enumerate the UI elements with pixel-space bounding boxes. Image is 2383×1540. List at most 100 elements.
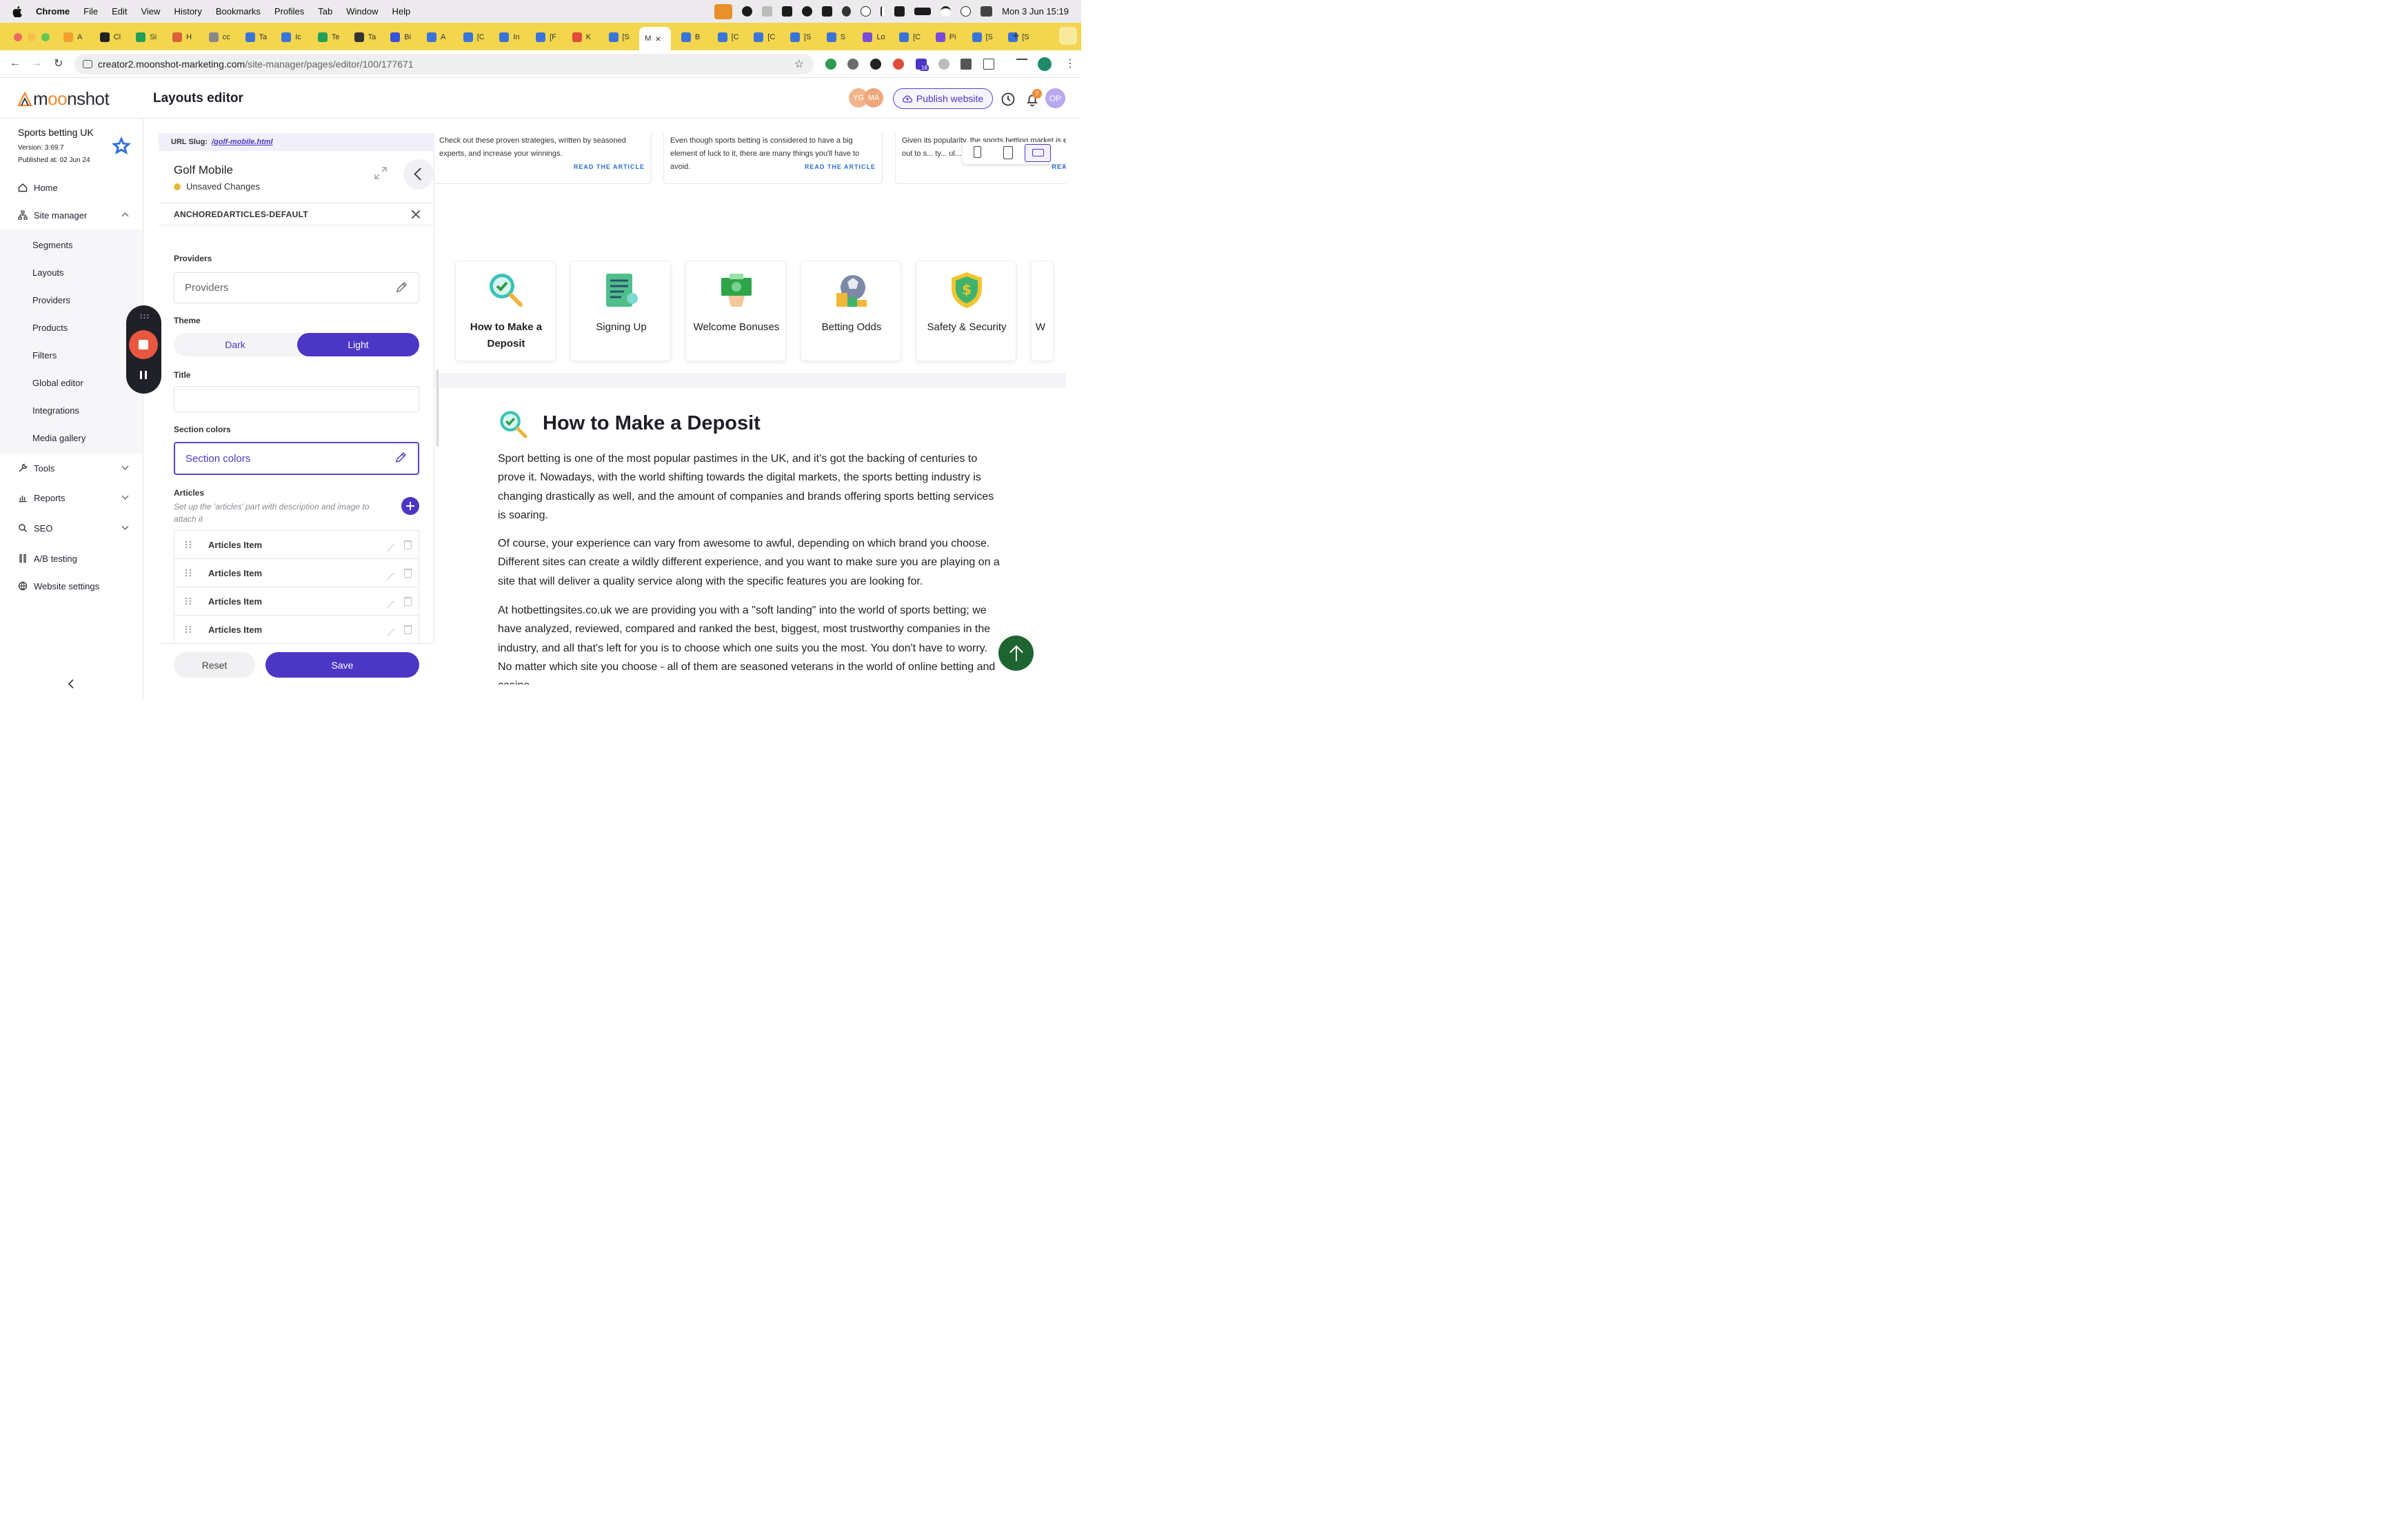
play-icon[interactable] [861, 6, 872, 17]
category-card[interactable]: $ Safety & Security [916, 261, 1016, 361]
control-center-icon[interactable] [981, 6, 993, 17]
edit-pencil-icon[interactable] [381, 622, 394, 636]
moonshot-logo-icon[interactable] [17, 90, 33, 107]
list-item[interactable]: Articles Item [174, 587, 419, 616]
sidebar-item-segments[interactable]: Segments [32, 240, 73, 250]
read-article-link[interactable]: READ THE ARTICLE [805, 161, 876, 174]
browser-tab[interactable]: [C [894, 28, 921, 46]
sidebar-item-products[interactable]: Products [32, 323, 68, 333]
save-button[interactable]: Save [265, 652, 419, 678]
mobile-device-icon[interactable] [974, 146, 981, 158]
sidebar-item-tools[interactable]: Tools [18, 461, 54, 475]
list-item[interactable]: Articles Item [174, 559, 419, 587]
sidebar-item-home[interactable]: Home [18, 181, 58, 194]
browser-tab[interactable]: Lo [857, 28, 885, 46]
browser-tab[interactable]: K [567, 28, 591, 46]
category-card[interactable]: How to Make a Deposit [455, 261, 556, 361]
category-card[interactable]: Signing Up [570, 261, 671, 361]
bluetooth-icon[interactable] [881, 6, 885, 17]
menubar-clock[interactable]: Mon 3 Jun 15:19 [1002, 6, 1069, 17]
browser-tab[interactable]: Ic [276, 28, 301, 46]
menu-help[interactable]: Help [392, 6, 411, 17]
menu-profiles[interactable]: Profiles [274, 6, 304, 17]
theme-light-option[interactable]: Light [297, 333, 419, 356]
browser-tab[interactable]: [C [712, 28, 739, 46]
drag-handle-icon[interactable] [184, 597, 192, 605]
avatar[interactable]: MA [864, 88, 883, 108]
panel-resize-handle[interactable] [436, 369, 439, 447]
collapse-panel-button[interactable] [403, 159, 434, 190]
grammarly-tray-icon[interactable] [802, 6, 813, 17]
edit-pencil-icon[interactable] [395, 281, 408, 294]
menu-bookmarks[interactable]: Bookmarks [216, 6, 261, 17]
blocked-extension-icon[interactable] [938, 59, 949, 70]
stop-recording-button[interactable] [129, 330, 158, 359]
browser-tab[interactable]: [S [785, 28, 811, 46]
browser-tab[interactable]: B [676, 28, 700, 46]
browser-tab[interactable]: [F [530, 28, 556, 46]
address-bar[interactable]: creator2.moonshot-marketing.com/site-man… [74, 54, 814, 74]
reset-button[interactable]: Reset [174, 652, 255, 678]
url-slug-link[interactable]: /golf-mobile.html [212, 138, 273, 146]
list-item[interactable]: Articles Item [174, 616, 419, 644]
sidebar-item-integrations[interactable]: Integrations [32, 405, 79, 416]
pause-icon[interactable] [145, 371, 147, 379]
browser-tab[interactable]: Cl [94, 28, 121, 46]
site-info-icon[interactable] [83, 60, 92, 68]
menu-view[interactable]: View [141, 6, 160, 17]
tool-extension-icon[interactable] [961, 59, 972, 70]
edit-pencil-icon[interactable] [381, 566, 394, 580]
spotlight-icon[interactable] [961, 6, 972, 17]
providers-field[interactable]: Providers [174, 272, 419, 303]
menu-window[interactable]: Window [346, 6, 378, 17]
user-avatar[interactable]: OP [1045, 88, 1065, 108]
article-card[interactable]: Check out these proven strategies, writt… [434, 133, 652, 184]
list-item[interactable]: Articles Item [174, 531, 419, 559]
sidebar-item-website-settings[interactable]: Website settings [18, 579, 99, 593]
drag-handle-icon[interactable] [139, 314, 149, 319]
browser-tab[interactable]: H [167, 28, 192, 46]
sidebar-item-reports[interactable]: Reports [18, 491, 66, 505]
logo-text[interactable]: moonshot [33, 88, 110, 110]
browser-tab[interactable]: [S [967, 28, 993, 46]
chevron-down-icon[interactable] [121, 492, 129, 500]
window-minimize-button[interactable] [28, 33, 36, 41]
media-control-icon[interactable] [1016, 59, 1027, 70]
search-tray-icon[interactable] [742, 6, 753, 17]
forward-arrow-icon[interactable]: → [31, 57, 42, 70]
grammarly-extension-icon[interactable] [825, 59, 836, 70]
sidebar-item-global-editor[interactable]: Global editor [32, 378, 83, 388]
article-card[interactable]: Even though sports betting is considered… [663, 133, 883, 184]
browser-tab[interactable]: cc [203, 28, 230, 46]
profile-avatar-icon[interactable] [1038, 57, 1052, 71]
drag-handle-icon[interactable] [184, 540, 192, 549]
publish-website-button[interactable]: Publish website [893, 88, 993, 109]
browser-tab[interactable]: A [421, 28, 445, 46]
browser-tab[interactable]: [C [748, 28, 775, 46]
browser-tab[interactable]: In [494, 28, 520, 46]
title-input[interactable] [174, 386, 419, 412]
microphone-icon[interactable] [714, 3, 733, 19]
browser-tab[interactable]: M × [639, 27, 672, 50]
favorite-star-icon[interactable] [110, 135, 132, 156]
wifi-icon[interactable] [941, 6, 952, 17]
trash-icon[interactable] [404, 540, 412, 549]
trash-icon[interactable] [404, 596, 412, 606]
menu-file[interactable]: File [83, 6, 98, 17]
browser-tab[interactable]: S [821, 28, 845, 46]
bookmark-star-icon[interactable]: ☆ [794, 57, 804, 71]
category-card[interactable]: W [1031, 261, 1054, 361]
battery-icon[interactable] [914, 8, 932, 15]
browser-tab[interactable]: Te [312, 28, 340, 46]
new-tab-icon[interactable]: + [1012, 29, 1020, 43]
sidebar-item-layouts[interactable]: Layouts [32, 267, 64, 278]
browser-menu-icon[interactable]: ⋮ [1065, 57, 1076, 70]
back-arrow-icon[interactable]: ← [10, 57, 21, 70]
window-zoom-button[interactable] [41, 33, 50, 41]
browser-tab[interactable]: Bi [385, 28, 411, 46]
sidebar-item-seo[interactable]: SEO [18, 521, 52, 535]
browser-tab[interactable]: Si [130, 28, 157, 46]
reload-icon[interactable]: ↻ [54, 57, 63, 70]
screen-tray-icon[interactable] [762, 6, 773, 17]
p-tray-icon[interactable] [822, 6, 833, 17]
